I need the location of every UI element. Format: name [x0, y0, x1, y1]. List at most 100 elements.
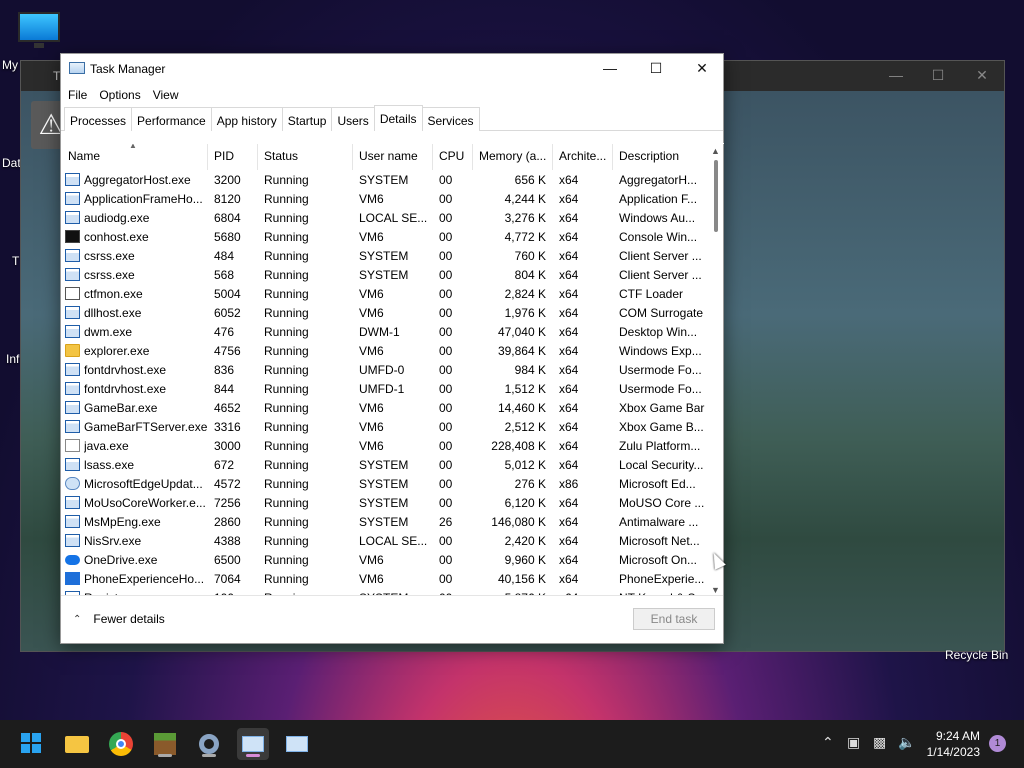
column-header-pid[interactable]: PID — [208, 144, 258, 170]
cell-desc: Application F... — [619, 191, 698, 206]
cell-name: GameBarFTServer.exe — [62, 420, 208, 434]
task-manager-icon — [69, 62, 85, 74]
vertical-scrollbar[interactable]: ▲ ▼ — [708, 144, 724, 596]
tab-performance[interactable]: Performance — [131, 107, 212, 131]
cell-cpu: 00 — [439, 495, 453, 510]
details-grid[interactable]: ▲ Name PID Status User name CPU Memory (… — [62, 143, 724, 596]
cell-user: VM6 — [359, 400, 384, 415]
menu-options[interactable]: Options — [98, 88, 147, 102]
cell-arch: x64 — [559, 324, 579, 339]
cell-memory: 2,420 K — [504, 533, 546, 548]
cell-cpu: 00 — [439, 476, 453, 491]
cell-name: audiodg.exe — [62, 211, 208, 225]
cell-cpu: 00 — [439, 400, 453, 415]
cell-status: Running — [264, 267, 309, 282]
minecraft-icon[interactable] — [149, 728, 181, 760]
task-manager-icon-2[interactable] — [281, 728, 313, 760]
table-row[interactable]: dllhost.exe 6052 Running VM6 00 1,976 K x64 COM… — [62, 303, 708, 322]
table-row[interactable]: MoUsoCoreWorker.e... 7256 Running SYSTEM 00 6… — [62, 493, 708, 512]
cell-memory: 760 K — [514, 248, 546, 263]
table-row[interactable]: conhost.exe 5680 Running VM6 00 4,772 K x64 Con… — [62, 227, 708, 246]
table-row[interactable]: fontdrvhost.exe 836 Running UMFD-0 00 984 K x6… — [62, 360, 708, 379]
clock[interactable]: 9:24 AM 1/14/2023 — [927, 728, 980, 760]
cell-arch: x64 — [559, 343, 579, 358]
table-row[interactable]: explorer.exe 4756 Running VM6 00 39,864 K x64 W… — [62, 341, 708, 360]
titlebar[interactable]: Task Manager — ☐ ✕ — [61, 54, 723, 84]
tab-startup[interactable]: Startup — [281, 107, 333, 131]
close-button[interactable]: ✕ — [679, 54, 725, 84]
tab-app-history[interactable]: App history — [210, 107, 283, 131]
table-row[interactable]: GameBar.exe 4652 Running VM6 00 14,460 K x64 Xb… — [62, 398, 708, 417]
scrollbar-thumb[interactable] — [714, 160, 718, 232]
clock-time: 9:24 AM — [935, 729, 980, 743]
tab-services[interactable]: Services — [421, 107, 480, 131]
cell-arch: x64 — [559, 210, 579, 225]
maximize-button[interactable]: ☐ — [633, 54, 679, 84]
notification-badge[interactable]: 1 — [989, 735, 1006, 752]
desktop-icon-label: T — [12, 254, 20, 268]
settings-icon[interactable] — [193, 728, 225, 760]
scroll-up-icon[interactable]: ▲ — [711, 146, 720, 156]
menu-file[interactable]: File — [67, 88, 94, 102]
table-row[interactable]: java.exe 3000 Running VM6 00 228,408 K x64 Zulu… — [62, 436, 708, 455]
table-row[interactable]: dwm.exe 476 Running DWM-1 00 47,040 K x64 Deskt… — [62, 322, 708, 341]
menu-view[interactable]: View — [152, 88, 186, 102]
clock-date: 1/14/2023 — [926, 745, 980, 759]
windows-start-icon[interactable] — [16, 728, 48, 760]
cell-name: ApplicationFrameHo... — [62, 192, 208, 206]
desktop-icon-label: Inf — [6, 352, 20, 366]
cell-status: Running — [264, 552, 309, 567]
table-row[interactable]: ApplicationFrameHo... 8120 Running VM6 00 4,2… — [62, 189, 708, 208]
cell-status: Running — [264, 305, 309, 320]
table-row[interactable]: audiodg.exe 6804 Running LOCAL SE... 00 3,276… — [62, 208, 708, 227]
fewer-details-button[interactable]: ⌃ Fewer details — [73, 612, 165, 626]
table-row[interactable]: lsass.exe 672 Running SYSTEM 00 5,012 K x64 Loc… — [62, 455, 708, 474]
end-task-button[interactable]: End task — [633, 608, 715, 630]
table-row[interactable]: AggregatorHost.exe 3200 Running SYSTEM 00 656… — [62, 170, 708, 189]
file-explorer-icon[interactable] — [61, 728, 93, 760]
application-icon — [65, 420, 80, 433]
chevron-up-icon[interactable]: ⌃ — [822, 734, 834, 751]
phone-icon — [65, 572, 80, 585]
table-row[interactable]: NisSrv.exe 4388 Running LOCAL SE... 00 2,420 … — [62, 531, 708, 550]
cell-arch: x64 — [559, 514, 579, 529]
minimize-icon[interactable]: — — [886, 67, 906, 83]
process-name: csrss.exe — [84, 267, 135, 282]
table-row[interactable]: csrss.exe 568 Running SYSTEM 00 804 K x64 Clien… — [62, 265, 708, 284]
close-icon[interactable]: ✕ — [972, 67, 992, 84]
column-header-description[interactable]: Description — [613, 144, 708, 170]
table-row[interactable]: GameBarFTServer.exe 3316 Running VM6 00 2,512… — [62, 417, 708, 436]
network-icon[interactable]: ▩ — [873, 734, 886, 751]
column-header-memory[interactable]: Memory (a... — [473, 144, 553, 170]
column-header-cpu[interactable]: CPU — [433, 144, 473, 170]
process-name: NisSrv.exe — [84, 533, 142, 548]
process-name: conhost.exe — [84, 229, 149, 244]
table-row[interactable]: OneDrive.exe 6500 Running VM6 00 9,960 K x64 Mi… — [62, 550, 708, 569]
table-row[interactable]: MicrosoftEdgeUpdat... 4572 Running SYSTEM 00… — [62, 474, 708, 493]
table-row[interactable]: PhoneExperienceHo... 7064 Running VM6 00 40,1… — [62, 569, 708, 588]
task-manager-icon[interactable] — [237, 728, 269, 760]
column-header-architecture[interactable]: Archite... — [553, 144, 613, 170]
column-header-user[interactable]: User name — [353, 144, 433, 170]
maximize-icon[interactable]: ☐ — [928, 67, 948, 84]
volume-icon[interactable]: 🔈 — [898, 734, 915, 751]
table-row[interactable]: fontdrvhost.exe 844 Running UMFD-1 00 1,512 K… — [62, 379, 708, 398]
table-row[interactable]: MsMpEng.exe 2860 Running SYSTEM 26 146,080 K x… — [62, 512, 708, 531]
cell-pid: 3316 — [214, 419, 241, 434]
tab-processes[interactable]: Processes — [64, 107, 133, 131]
tab-users[interactable]: Users — [331, 107, 375, 131]
recycle-bin-label[interactable]: Recycle Bin — [945, 648, 1008, 662]
cell-name: java.exe — [62, 439, 208, 453]
table-row[interactable]: csrss.exe 484 Running SYSTEM 00 760 K x64 Clien… — [62, 246, 708, 265]
scroll-down-icon[interactable]: ▼ — [711, 585, 720, 595]
table-row[interactable]: ctfmon.exe 5004 Running VM6 00 2,824 K x64 CTF … — [62, 284, 708, 303]
cell-desc: Xbox Game B... — [619, 419, 704, 434]
minimize-button[interactable]: — — [587, 54, 633, 84]
tab-details[interactable]: Details — [373, 105, 423, 131]
security-icon[interactable]: ▣ — [847, 734, 860, 751]
chrome-icon[interactable] — [105, 728, 137, 760]
column-header-status[interactable]: Status — [258, 144, 353, 170]
cell-cpu: 00 — [439, 533, 453, 548]
cell-desc: Desktop Win... — [619, 324, 698, 339]
task-manager-window[interactable]: Task Manager — ☐ ✕ File Options View Pro… — [60, 53, 724, 644]
